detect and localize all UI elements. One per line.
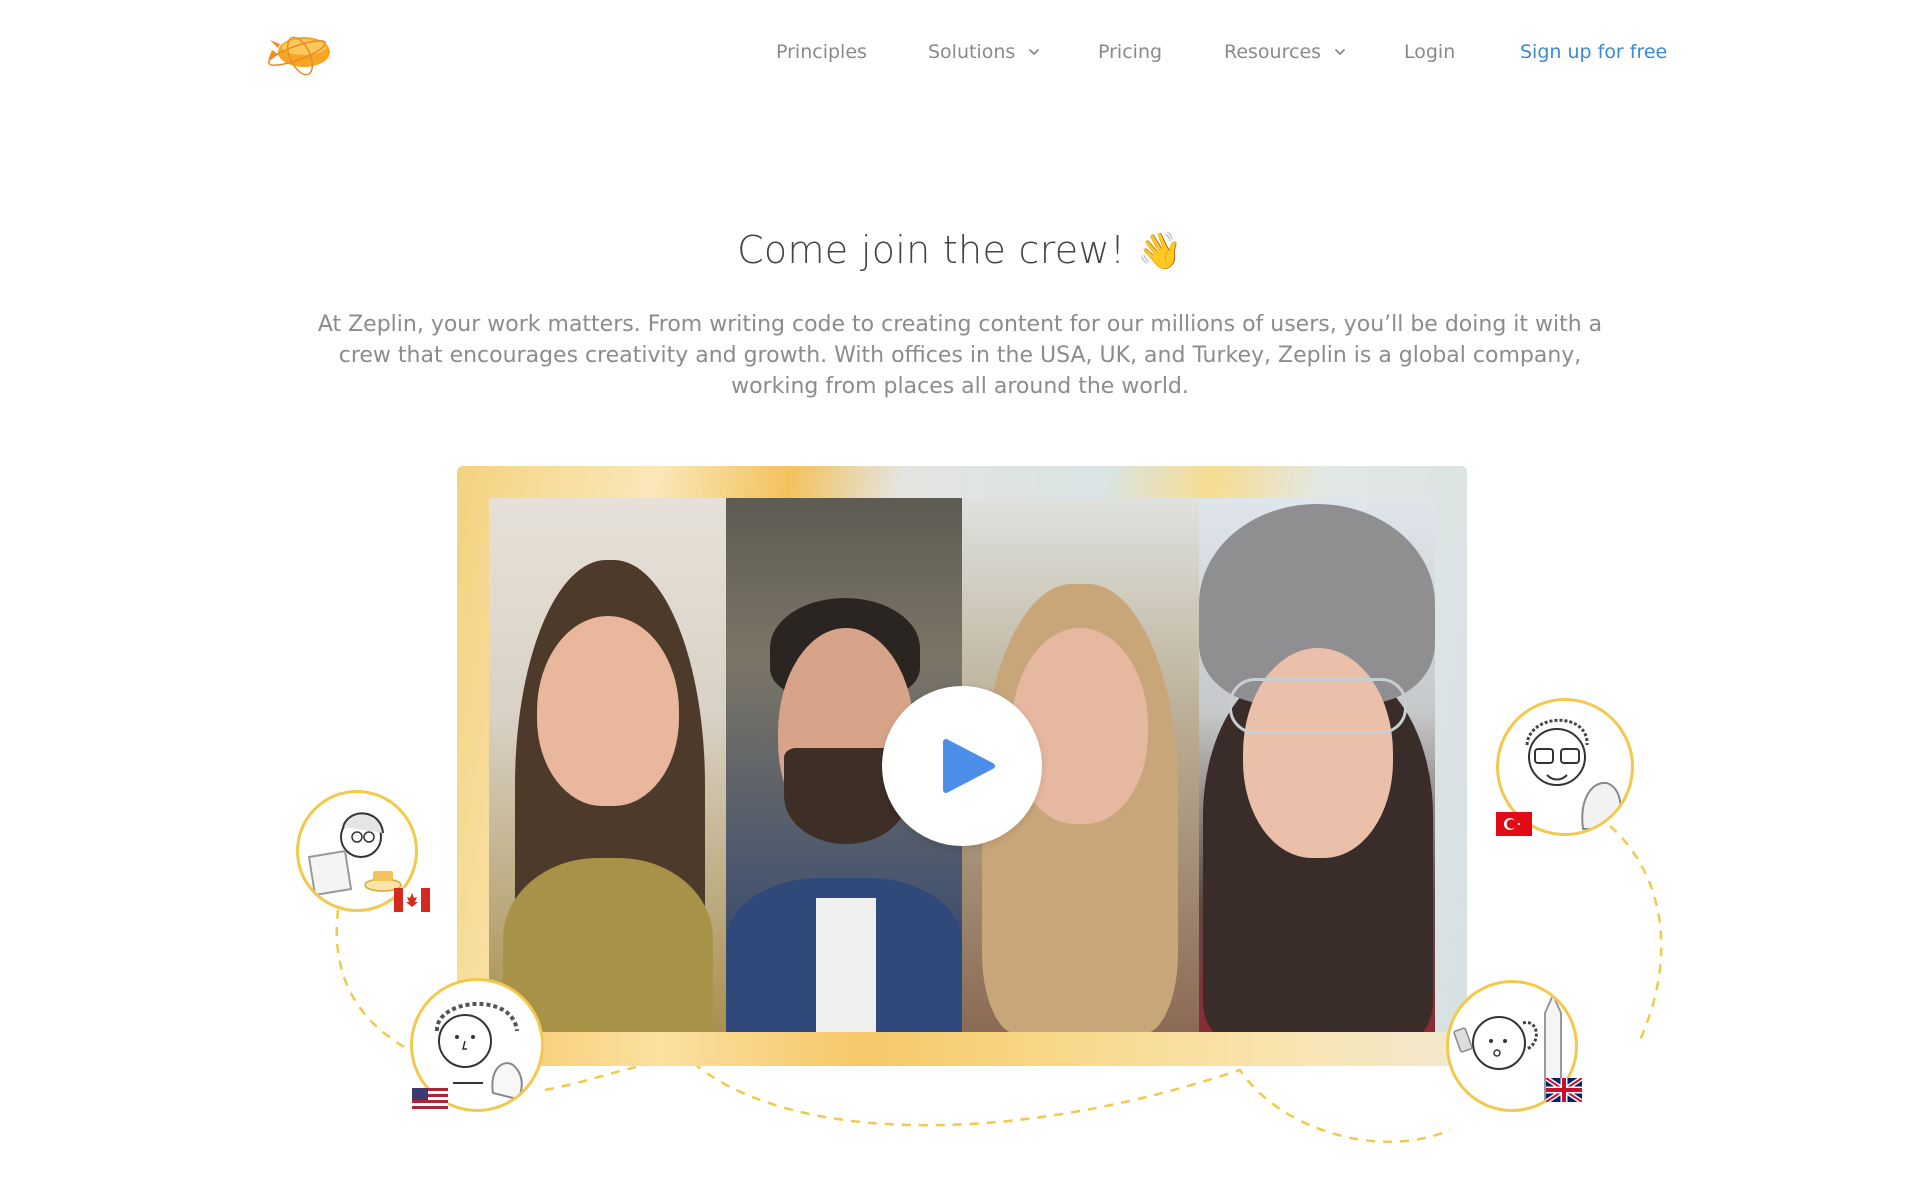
person-4-glasses — [1228, 678, 1407, 734]
play-button[interactable] — [882, 686, 1042, 846]
uk-flag-icon — [1546, 1078, 1582, 1102]
usa-flag-icon — [412, 1088, 448, 1112]
person-2-shirt — [815, 898, 876, 1032]
video-panel-4 — [1198, 498, 1435, 1032]
turkey-flag-icon — [1496, 812, 1532, 836]
video-panel-1 — [489, 498, 726, 1032]
frame-bottom-band — [457, 1032, 1467, 1066]
play-icon[interactable] — [882, 686, 1042, 846]
person-1-shirt — [503, 858, 713, 1032]
person-1-face — [537, 616, 679, 806]
canada-flag-icon — [394, 888, 430, 912]
